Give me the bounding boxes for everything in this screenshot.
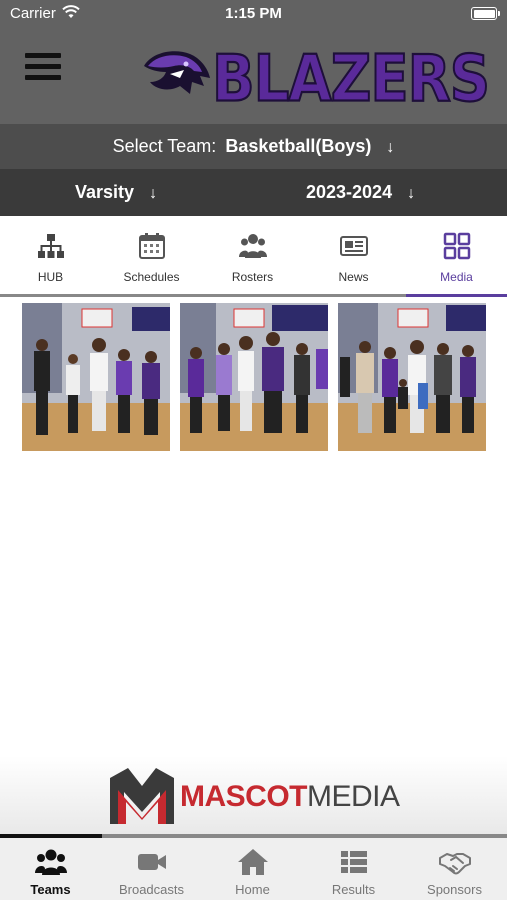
blazers-wordmark: BLAZERS — [211, 41, 491, 118]
newspaper-icon — [339, 236, 368, 256]
tab-rosters[interactable]: Rosters — [202, 216, 303, 296]
banner-word-mascot: MASCOT — [180, 780, 308, 813]
calendar-icon — [138, 233, 165, 259]
nav-label: Home — [235, 882, 270, 897]
tab-schedules[interactable]: Schedules — [101, 216, 202, 296]
photo-image — [180, 303, 328, 451]
handshake-icon — [438, 853, 471, 875]
arrow-down-icon: ↓ — [386, 139, 395, 156]
section-tabs: HUB Schedules Rosters News Media — [0, 216, 507, 299]
mascot-media-wordmark: MASCOTMEDIA — [180, 780, 400, 814]
nav-label: Sponsors — [427, 882, 482, 897]
menu-button[interactable] — [25, 53, 61, 85]
photo-image — [338, 303, 486, 451]
list-icon — [340, 851, 367, 873]
battery-icon — [471, 7, 500, 20]
media-gallery — [0, 303, 507, 453]
nav-label: Teams — [30, 882, 71, 897]
tab-media[interactable]: Media — [406, 216, 507, 296]
nav-results[interactable]: Results — [303, 838, 404, 900]
bottom-nav: Teams Broadcasts Home Results Sponsors — [0, 838, 507, 900]
hierarchy-icon — [37, 234, 64, 258]
filter-bar: Varsity ↓ 2023-2024 ↓ — [0, 169, 507, 216]
blazers-mascot-logo — [144, 51, 210, 94]
gallery-photo[interactable] — [180, 303, 328, 451]
team-selector-value: Basketball(Boys) — [225, 136, 372, 156]
mascot-media-logo-icon — [110, 768, 174, 824]
level-selector[interactable]: Varsity ↓ — [75, 169, 157, 217]
tab-label: Rosters — [231, 270, 274, 284]
nav-label: Results — [331, 882, 376, 897]
nav-sponsors[interactable]: Sponsors — [404, 838, 505, 900]
nav-broadcasts[interactable]: Broadcasts — [101, 838, 202, 900]
gallery-photo[interactable] — [338, 303, 486, 451]
app-header: BLAZERS — [0, 28, 507, 124]
arrow-down-icon: ↓ — [407, 185, 416, 202]
group-icon — [34, 849, 67, 875]
banner-word-media: MEDIA — [307, 780, 400, 813]
status-bar: Carrier 1:15 PM — [0, 0, 507, 28]
level-value: Varsity — [75, 182, 135, 202]
tab-hub[interactable]: HUB — [0, 216, 101, 296]
grid-icon — [443, 232, 470, 260]
arrow-down-icon: ↓ — [149, 185, 158, 202]
season-selector[interactable]: 2023-2024 ↓ — [306, 169, 415, 217]
nav-label: Broadcasts — [118, 882, 185, 897]
season-value: 2023-2024 — [306, 182, 393, 202]
tab-news[interactable]: News — [303, 216, 404, 296]
tab-label: News — [338, 270, 369, 284]
tab-label: Media — [440, 270, 473, 284]
clock: 1:15 PM — [225, 5, 282, 22]
gallery-photo[interactable] — [22, 303, 170, 451]
team-selector[interactable]: Select Team: Basketball(Boys) ↓ — [0, 124, 507, 169]
menu-icon — [25, 53, 61, 58]
tab-label: HUB — [37, 270, 64, 284]
sponsor-banner[interactable]: MASCOTMEDIA — [0, 756, 507, 836]
home-icon — [237, 849, 268, 875]
photo-image — [22, 303, 170, 451]
team-selector-label: Select Team: — [112, 136, 217, 156]
tab-label: Schedules — [123, 270, 180, 284]
video-camera-icon — [137, 854, 166, 870]
nav-teams[interactable]: Teams — [0, 838, 101, 900]
active-tab-indicator — [406, 294, 507, 297]
nav-home[interactable]: Home — [202, 838, 303, 900]
group-icon — [238, 234, 267, 258]
